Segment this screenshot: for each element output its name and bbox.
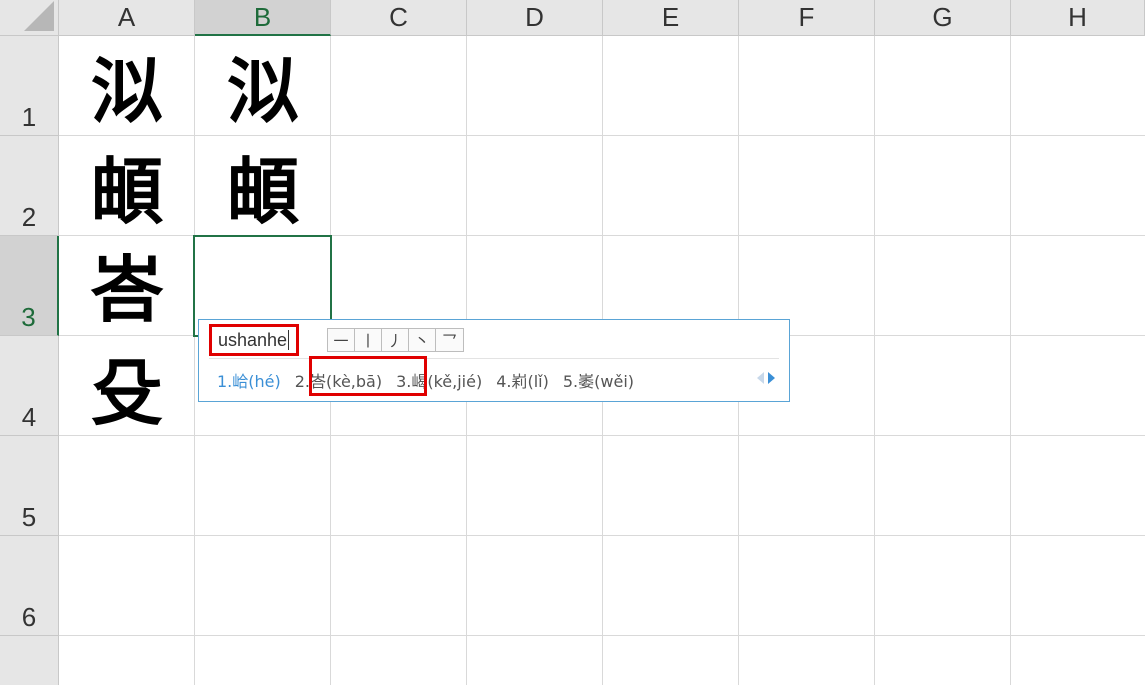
select-all-corner[interactable]	[0, 0, 59, 36]
gridline	[59, 535, 1145, 536]
gridline	[1010, 36, 1011, 685]
candidate-5[interactable]: 5.崣(wěi)	[563, 368, 634, 392]
select-all-triangle-icon	[24, 1, 54, 31]
gridline	[59, 435, 1145, 436]
candidate-4[interactable]: 4.峲(lǐ)	[496, 368, 549, 392]
text-caret-icon	[288, 330, 290, 350]
cell-a2[interactable]: 頔	[59, 142, 195, 242]
cell-a3[interactable]: 峇	[59, 240, 195, 340]
row-header-3[interactable]: 3	[0, 236, 59, 336]
ime-divider	[209, 358, 779, 359]
stroke-button-zhe[interactable]: 乛	[436, 329, 463, 351]
stroke-button-dian[interactable]: 丶	[409, 329, 436, 351]
column-header-d[interactable]: D	[467, 0, 603, 36]
prev-page-icon[interactable]	[757, 372, 764, 384]
gridline	[874, 36, 875, 685]
candidate-1[interactable]: 1.峆(hé)	[217, 368, 281, 392]
stroke-button-shu[interactable]: 丨	[355, 329, 382, 351]
gridline	[59, 635, 1145, 636]
column-header-c[interactable]: C	[331, 0, 467, 36]
column-header-h[interactable]: H	[1011, 0, 1145, 36]
row-header-5[interactable]: 5	[0, 436, 59, 536]
row-header-6[interactable]: 6	[0, 536, 59, 636]
cell-a1[interactable]: 泤	[59, 42, 195, 142]
ime-composition-input[interactable]: ushanhe	[209, 324, 299, 356]
candidate-pager	[757, 372, 775, 384]
column-header-e[interactable]: E	[603, 0, 739, 36]
cell-b1[interactable]: 泤	[195, 42, 331, 142]
stroke-button-pie[interactable]: 丿	[382, 329, 409, 351]
ime-input-text: ushanhe	[218, 329, 288, 350]
candidate-list: 1.峆(hé) 2.峇(kè,bā) 3.嵑(kě,jié) 4.峲(lǐ) 5…	[217, 366, 648, 394]
candidate-2-highlight-box	[309, 356, 427, 396]
column-header-a[interactable]: A	[59, 0, 195, 36]
stroke-filter-bar: 一 丨 丿 丶 乛	[327, 328, 464, 352]
spreadsheet: A B C D E F G H 1 2 3 4 5 6 泤 泤 頔 頔 峇 殳 …	[0, 0, 1145, 685]
cell-b2[interactable]: 頔	[195, 142, 331, 242]
ime-candidate-window: ushanhe 一 丨 丿 丶 乛 1.峆(hé) 2.峇(kè,bā) 3.嵑…	[198, 319, 790, 402]
stroke-button-heng[interactable]: 一	[328, 329, 355, 351]
row-header-2[interactable]: 2	[0, 136, 59, 236]
row-header-4[interactable]: 4	[0, 336, 59, 436]
column-header-g[interactable]: G	[875, 0, 1011, 36]
column-header-b[interactable]: B	[195, 0, 331, 36]
column-header-f[interactable]: F	[739, 0, 875, 36]
cell-a4[interactable]: 殳	[59, 343, 195, 443]
row-header-7[interactable]	[0, 636, 59, 685]
row-header-1[interactable]: 1	[0, 36, 59, 136]
next-page-icon[interactable]	[768, 372, 775, 384]
